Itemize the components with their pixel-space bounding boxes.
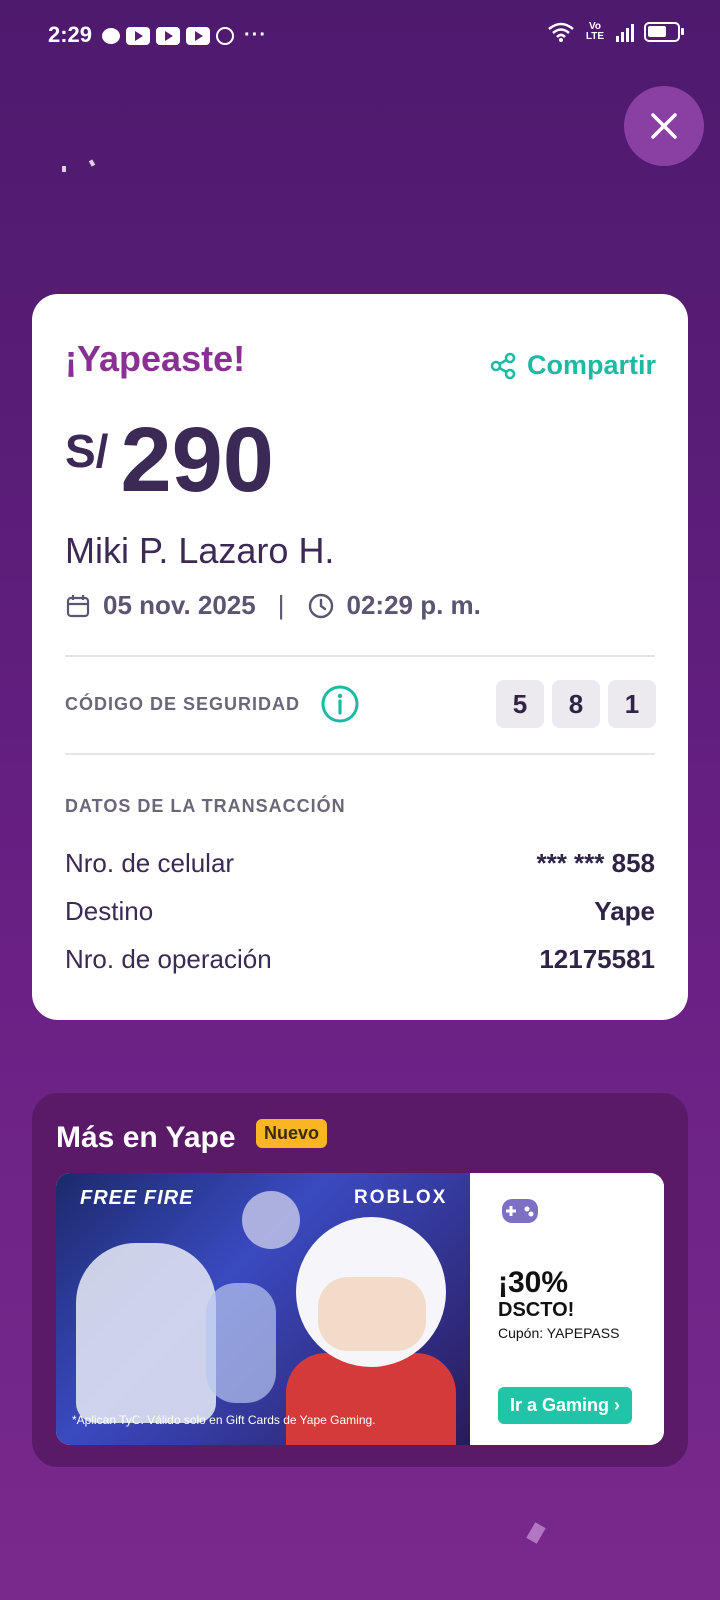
security-code-label: CÓDIGO DE SEGURIDAD	[65, 694, 301, 714]
share-label: Compartir	[526, 350, 656, 380]
new-badge: Nuevo	[256, 1119, 328, 1148]
security-code: 5 8 1	[496, 680, 656, 728]
detail-value: Yape	[594, 896, 655, 926]
calendar-icon	[66, 594, 90, 617]
detail-row-phone: Nro. de celular *** *** 858	[65, 848, 655, 879]
amount-display: S/ 290	[65, 412, 274, 508]
more-notifications-icon: ···	[244, 24, 267, 46]
wifi-icon	[548, 22, 574, 42]
divider	[65, 655, 655, 657]
promo-artwork: FREE FIRE ROBLOX *Aplican TyC. Válido so…	[56, 1173, 470, 1445]
transaction-data-title: DATOS DE LA TRANSACCIÓN	[65, 796, 346, 816]
roblox-logo: ROBLOX	[354, 1187, 448, 1208]
security-digit: 5	[496, 680, 544, 728]
promo-disclaimer: *Aplican TyC. Válido solo en Gift Cards …	[72, 1413, 376, 1427]
security-digit: 8	[552, 680, 600, 728]
free-fire-character	[206, 1283, 276, 1403]
info-icon	[321, 685, 359, 723]
section-title: Más en Yape	[56, 1121, 236, 1154]
date-time-separator: |	[277, 590, 285, 620]
confetti-speck	[88, 159, 96, 167]
amount-value: 290	[120, 409, 274, 511]
go-to-gaming-button[interactable]: Ir a Gaming ›	[498, 1387, 633, 1424]
roblox-character-face	[318, 1277, 426, 1351]
volte-indicator: Vo LTE	[585, 21, 605, 42]
youtube-icon	[186, 26, 210, 45]
gamepad-icon	[502, 1199, 538, 1223]
detail-label: Nro. de operación	[65, 944, 272, 974]
notification-icons: ···	[102, 24, 267, 47]
close-button[interactable]	[624, 86, 704, 166]
detail-label: Nro. de celular	[65, 848, 235, 878]
detail-label: Destino	[65, 896, 154, 926]
chat-bubble-icon	[102, 27, 120, 44]
detail-row-operation: Nro. de operación 12175581	[65, 944, 655, 975]
confetti-speck	[62, 166, 66, 172]
signal-icon	[616, 22, 634, 42]
clock-icon	[308, 593, 333, 618]
close-icon	[651, 113, 677, 139]
more-in-yape-section: Más en Yape Nuevo FREE FIRE ROBLOX *Apli…	[32, 1093, 688, 1467]
share-icon	[490, 352, 516, 379]
gaming-promo-banner[interactable]: FREE FIRE ROBLOX *Aplican TyC. Válido so…	[56, 1173, 664, 1445]
coupon-code: Cupón: YAPEPASS	[498, 1325, 620, 1341]
status-time: 2:29	[48, 22, 93, 47]
discount-label: DSCTO!	[498, 1299, 575, 1321]
date-time-row: 05 nov. 2025 | 02:29 p. m.	[65, 590, 481, 621]
free-fire-character	[76, 1243, 216, 1423]
confetti-piece	[526, 1522, 546, 1544]
battery-icon	[644, 22, 684, 42]
discount-percent: ¡30%	[498, 1266, 569, 1299]
share-button[interactable]: Compartir	[489, 350, 656, 381]
divider	[65, 753, 655, 755]
youtube-icon	[126, 26, 150, 45]
detail-value: 12175581	[539, 944, 655, 974]
detail-value: *** *** 858	[536, 848, 655, 878]
moon-illustration	[242, 1191, 300, 1249]
receipt-title: ¡Yapeaste!	[65, 338, 246, 379]
currency-symbol: S/	[65, 425, 109, 477]
transaction-date: 05 nov. 2025	[103, 590, 256, 620]
youtube-icon	[156, 26, 180, 45]
payment-receipt-card: ¡Yapeaste! Compartir S/ 290 Miki P. Laza…	[32, 294, 688, 1020]
promo-offer-panel: ¡30% DSCTO! Cupón: YAPEPASS Ir a Gaming …	[470, 1173, 664, 1445]
threads-icon	[216, 26, 234, 45]
recipient-name: Miki P. Lazaro H.	[65, 530, 335, 571]
transaction-time: 02:29 p. m.	[346, 590, 481, 620]
security-info-button[interactable]	[320, 684, 360, 729]
security-digit: 1	[608, 680, 656, 728]
detail-row-destination: Destino Yape	[65, 896, 655, 927]
free-fire-logo: FREE FIRE	[80, 1187, 194, 1209]
status-bar: 2:29 ··· Vo LTE	[0, 0, 720, 70]
system-icons: Vo LTE	[548, 21, 684, 42]
